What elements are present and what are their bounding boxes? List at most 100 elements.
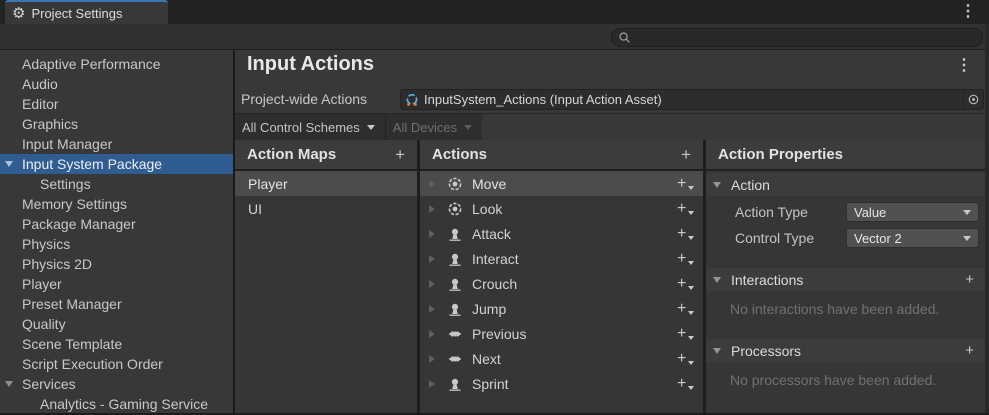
interactions-section-header[interactable]: Interactions + [706,268,985,291]
action-row-look[interactable]: Look + [420,196,703,221]
plus-icon: + [677,249,686,269]
sidebar-item-script-execution-order[interactable]: Script Execution Order [0,354,233,374]
foldout-open-icon[interactable] [5,381,13,387]
action-row-move[interactable]: Move + [420,171,703,196]
action-label: Jump [472,301,506,317]
foldout-open-icon[interactable] [713,277,721,283]
tab-title: Project Settings [31,6,122,21]
project-wide-actions-object-field[interactable]: InputSystem_Actions (Input Action Asset) [400,89,984,110]
action-row-sprint[interactable]: Sprint + [420,371,703,396]
asset-name: InputSystem_Actions (Input Action Asset) [424,92,963,107]
button-icon [447,301,463,317]
add-binding-button[interactable]: + [677,374,695,394]
devices-dropdown[interactable]: All Devices [386,114,482,140]
expand-icon[interactable] [429,355,435,363]
expand-icon[interactable] [429,180,435,188]
sidebar-item-adaptive-performance[interactable]: Adaptive Performance [0,54,233,74]
search-icon [618,31,631,44]
action-maps-header: Action Maps + [235,140,417,171]
add-binding-button[interactable]: + [677,199,695,219]
search-box[interactable] [611,28,983,47]
sidebar-item-editor[interactable]: Editor [0,94,233,114]
sidebar-item-scene-template[interactable]: Scene Template [0,334,233,354]
action-type-dropdown[interactable]: Value [846,202,979,222]
add-processor-button[interactable]: + [965,343,974,358]
plus-icon: + [677,374,686,394]
action-row-previous[interactable]: Previous + [420,321,703,346]
sidebar-item-input-manager[interactable]: Input Manager [0,134,233,154]
input-action-asset-icon [405,93,419,107]
action-map-row-ui[interactable]: UI [235,196,417,221]
action-row-crouch[interactable]: Crouch + [420,271,703,296]
sidebar-item-physics-2d[interactable]: Physics 2D [0,254,233,274]
plus-icon: + [677,299,686,319]
page-title: Input Actions [247,53,374,76]
foldout-open-icon[interactable] [713,348,721,354]
chevron-down-icon [688,311,694,315]
add-binding-button[interactable]: + [677,274,695,294]
add-interaction-button[interactable]: + [965,272,974,287]
section-title: Action [731,177,770,193]
input-actions-menu-icon[interactable]: ⋮ [956,58,972,74]
chevron-down-icon [688,286,694,290]
expand-icon[interactable] [429,230,435,238]
sidebar-item-settings[interactable]: Settings [0,174,233,194]
add-binding-button[interactable]: + [677,249,695,269]
action-label: Move [472,176,506,192]
processors-section-header[interactable]: Processors + [706,339,985,362]
window-tab-bar: ⚙ Project Settings ⋮ [0,0,989,24]
sidebar-item-quality[interactable]: Quality [0,314,233,334]
expand-icon[interactable] [429,280,435,288]
action-map-row-player[interactable]: Player [235,171,417,196]
action-row-attack[interactable]: Attack + [420,221,703,246]
action-properties-title: Action Properties [718,146,843,163]
foldout-open-icon[interactable] [713,182,721,188]
sidebar-item-audio[interactable]: Audio [0,74,233,94]
expand-icon[interactable] [429,380,435,388]
add-binding-button[interactable]: + [677,349,695,369]
action-row-interact[interactable]: Interact + [420,246,703,271]
add-binding-button[interactable]: + [677,224,695,244]
sidebar-item-analytics-gaming-service[interactable]: Analytics - Gaming Service [0,394,233,414]
add-action-map-button[interactable]: + [395,146,405,163]
tab-project-settings[interactable]: ⚙ Project Settings [5,0,168,24]
control-type-dropdown[interactable]: Vector 2 [846,228,979,248]
action-maps-title: Action Maps [247,146,336,163]
action-label: Interact [472,251,519,267]
sidebar-item-player[interactable]: Player [0,274,233,294]
sidebar-item-services[interactable]: Services [0,374,233,394]
control-schemes-dropdown[interactable]: All Control Schemes [235,114,385,140]
expand-icon[interactable] [429,205,435,213]
sidebar-item-physics[interactable]: Physics [0,234,233,254]
add-binding-button[interactable]: + [677,324,695,344]
sidebar-item-label: Input System Package [22,156,162,172]
plus-icon: + [677,174,686,194]
expand-icon[interactable] [429,255,435,263]
action-type-row: Action Type Value [706,201,985,223]
gear-icon: ⚙ [12,6,25,21]
window-right-edge [985,24,989,415]
action-label: Sprint [472,376,509,392]
action-row-jump[interactable]: Jump + [420,296,703,321]
object-picker-button[interactable] [963,90,983,109]
action-section-header[interactable]: Action [706,173,985,196]
actions-title: Actions [432,146,487,163]
add-binding-button[interactable]: + [677,174,695,194]
sidebar-item-graphics[interactable]: Graphics [0,114,233,134]
sidebar-item-package-manager[interactable]: Package Manager [0,214,233,234]
action-row-next[interactable]: Next + [420,346,703,371]
sidebar-item-input-system-package[interactable]: Input System Package [0,154,233,174]
sidebar-item-preset-manager[interactable]: Preset Manager [0,294,233,314]
search-input[interactable] [635,31,976,45]
expand-icon[interactable] [429,305,435,313]
plus-icon: + [677,349,686,369]
object-picker-icon [967,93,980,106]
stick-icon [447,176,463,192]
expand-icon[interactable] [429,330,435,338]
foldout-open-icon[interactable] [5,161,13,167]
add-action-button[interactable]: + [681,146,691,163]
window-menu-icon[interactable]: ⋮ [960,4,976,20]
button-icon [447,226,463,242]
add-binding-button[interactable]: + [677,299,695,319]
sidebar-item-memory-settings[interactable]: Memory Settings [0,194,233,214]
